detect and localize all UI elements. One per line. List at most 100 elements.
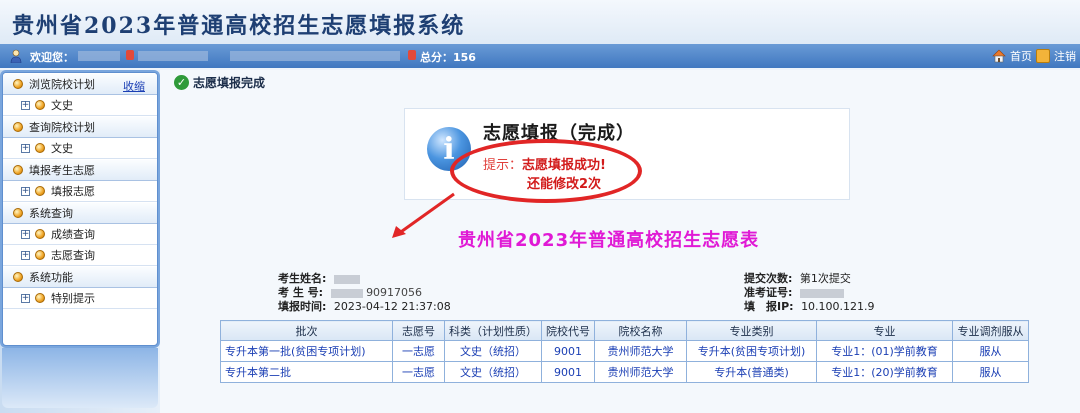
system-title: 贵州省2023年普通高校招生志愿填报系统 <box>12 13 466 39</box>
cert-label: 准考证号: <box>744 286 793 299</box>
redacted-cert <box>799 288 844 298</box>
home-icon[interactable] <box>992 49 1006 63</box>
folder-icon <box>35 186 45 196</box>
col-major: 专业 <box>816 320 953 341</box>
sidebar-item-query-wenshi[interactable]: + 文史 <box>3 138 157 159</box>
col-wish-no: 志愿号 <box>392 320 445 341</box>
cell-school-code: 9001 <box>541 361 595 383</box>
table-row: 专升本第二批 一志愿 文史（统招） 9001 贵州师范大学 专升本(普通类) 专… <box>220 361 1029 383</box>
expand-icon[interactable]: + <box>21 250 30 260</box>
top-nav-bar: 欢迎您： 总分：156 首页 注销 <box>0 44 1080 68</box>
folder-icon <box>35 143 45 153</box>
sidebar-footer <box>2 348 158 408</box>
time-label: 填报时间: <box>278 300 327 313</box>
submit-value: 第1次提交 <box>799 272 851 285</box>
sidebar-menu: 浏览院校计划 收缩 + 文史 查询院校计划 + 文史 填报考生志愿 + 填报志愿 <box>2 72 158 346</box>
cell-adjust: 服从 <box>952 361 1029 383</box>
group-label: 查询院校计划 <box>29 121 95 134</box>
cell-school-code: 9001 <box>541 340 595 362</box>
folder-icon <box>13 272 23 282</box>
item-label: 志愿查询 <box>51 249 95 262</box>
col-major-type: 专业类别 <box>686 320 817 341</box>
group-label: 填报考生志愿 <box>29 164 95 177</box>
sidebar-group-system-function[interactable]: 系统功能 <box>3 266 157 288</box>
time-value: 2023-04-12 21:37:08 <box>333 300 451 313</box>
nav-right-links: 首页 注销 <box>992 48 1076 64</box>
folder-icon <box>13 165 23 175</box>
cell-school-name: 贵州师范大学 <box>594 340 687 362</box>
wish-table: 批次 志愿号 科类（计划性质） 院校代号 院校名称 专业类别 专业 专业调剂服从… <box>220 320 1029 383</box>
home-link[interactable]: 首页 <box>1010 48 1032 64</box>
expand-icon[interactable]: + <box>21 293 30 303</box>
cell-major: 专业1：(20)学前教育 <box>816 361 953 383</box>
cell-wish-no: 一志愿 <box>392 340 445 362</box>
redacted-user-detail <box>230 51 400 61</box>
page-title-text: 志愿填报完成 <box>193 76 266 90</box>
folder-icon <box>13 79 23 89</box>
student-info-right: 提交次数: 第1次提交 准考证号: 填 报IP: 10.100.121.9 <box>744 273 875 313</box>
cell-major-type: 专升本(普通类) <box>686 361 817 383</box>
group-label: 系统查询 <box>29 207 73 220</box>
id-label: 考 生 号: <box>278 286 324 299</box>
col-category: 科类（计划性质） <box>444 320 542 341</box>
check-icon: ✓ <box>174 75 189 90</box>
ip-label: 填 报IP: <box>744 300 794 313</box>
expand-icon[interactable]: + <box>21 229 30 239</box>
sidebar-group-query-plan[interactable]: 查询院校计划 <box>3 116 157 138</box>
cell-category: 文史（统招） <box>444 361 542 383</box>
folder-icon <box>35 293 45 303</box>
highlight-ellipse <box>450 139 642 203</box>
highlight-arrow-icon <box>392 192 455 238</box>
main-content: ✓ 志愿填报完成 i 志愿填报（完成） 提示：志愿填报成功! 还能修改2次 贵州… <box>160 70 1080 413</box>
expand-icon[interactable]: + <box>21 186 30 196</box>
expand-icon[interactable]: + <box>21 100 30 110</box>
item-label: 填报志愿 <box>51 185 95 198</box>
app-header: 贵州省2023年普通高校招生志愿填报系统 <box>0 0 1080 44</box>
cell-batch: 专升本第二批 <box>220 361 393 383</box>
id-value: 90917056 <box>366 286 423 299</box>
sidebar-item-score-query[interactable]: + 成绩查询 <box>3 224 157 245</box>
sidebar-group-system-query[interactable]: 系统查询 <box>3 202 157 224</box>
student-id-row: 考 生 号: 90917056 <box>278 287 451 299</box>
cell-category: 文史（统招） <box>444 340 542 362</box>
table-row: 专升本第一批(贫困专项计划) 一志愿 文史（统招） 9001 贵州师范大学 专升… <box>220 340 1029 362</box>
student-name-row: 考生姓名: <box>278 273 451 285</box>
redacted-name <box>333 274 360 284</box>
sidebar-group-browse-plan[interactable]: 浏览院校计划 收缩 <box>3 73 157 95</box>
item-label: 文史 <box>51 142 73 155</box>
submit-label: 提交次数: <box>744 272 793 285</box>
col-school-name: 院校名称 <box>594 320 687 341</box>
sidebar-item-wish-query[interactable]: + 志愿查询 <box>3 245 157 266</box>
cert-number-row: 准考证号: <box>744 287 875 299</box>
welcome-label: 欢迎您： <box>30 51 74 64</box>
collapse-link[interactable]: 收缩 <box>123 78 145 94</box>
name-label: 考生姓名: <box>278 272 327 285</box>
cell-major: 专业1：(01)学前教育 <box>816 340 953 362</box>
fill-time-row: 填报时间: 2023-04-12 21:37:08 <box>278 301 451 313</box>
logout-icon[interactable] <box>1036 49 1050 63</box>
group-label: 系统功能 <box>29 271 73 284</box>
cell-wish-no: 一志愿 <box>392 361 445 383</box>
sidebar-item-browse-wenshi[interactable]: + 文史 <box>3 95 157 116</box>
sidebar-item-special-notice[interactable]: + 特别提示 <box>3 288 157 309</box>
folder-icon <box>13 208 23 218</box>
item-label: 特别提示 <box>51 292 95 305</box>
redacted-user-name <box>78 51 120 61</box>
col-adjust: 专业调剂服从 <box>952 320 1029 341</box>
fill-ip-row: 填 报IP: 10.100.121.9 <box>744 301 875 313</box>
sidebar-item-fill-wish[interactable]: + 填报志愿 <box>3 181 157 202</box>
score-dot-icon <box>408 50 416 60</box>
info-dot-icon <box>126 50 134 60</box>
cell-school-name: 贵州师范大学 <box>594 361 687 383</box>
col-batch: 批次 <box>220 320 393 341</box>
user-icon <box>10 49 22 63</box>
redacted-id <box>330 288 363 298</box>
cell-batch: 专升本第一批(贫困专项计划) <box>220 340 393 362</box>
student-info-left: 考生姓名: 考 生 号: 90917056 填报时间: 2023-04-12 2… <box>278 273 451 313</box>
logout-link[interactable]: 注销 <box>1054 48 1076 64</box>
group-label: 浏览院校计划 <box>29 78 95 91</box>
expand-icon[interactable]: + <box>21 143 30 153</box>
sidebar-group-fill-wish[interactable]: 填报考生志愿 <box>3 159 157 181</box>
table-header-row: 批次 志愿号 科类（计划性质） 院校代号 院校名称 专业类别 专业 专业调剂服从 <box>220 320 1029 341</box>
redacted-user-info <box>138 51 208 61</box>
